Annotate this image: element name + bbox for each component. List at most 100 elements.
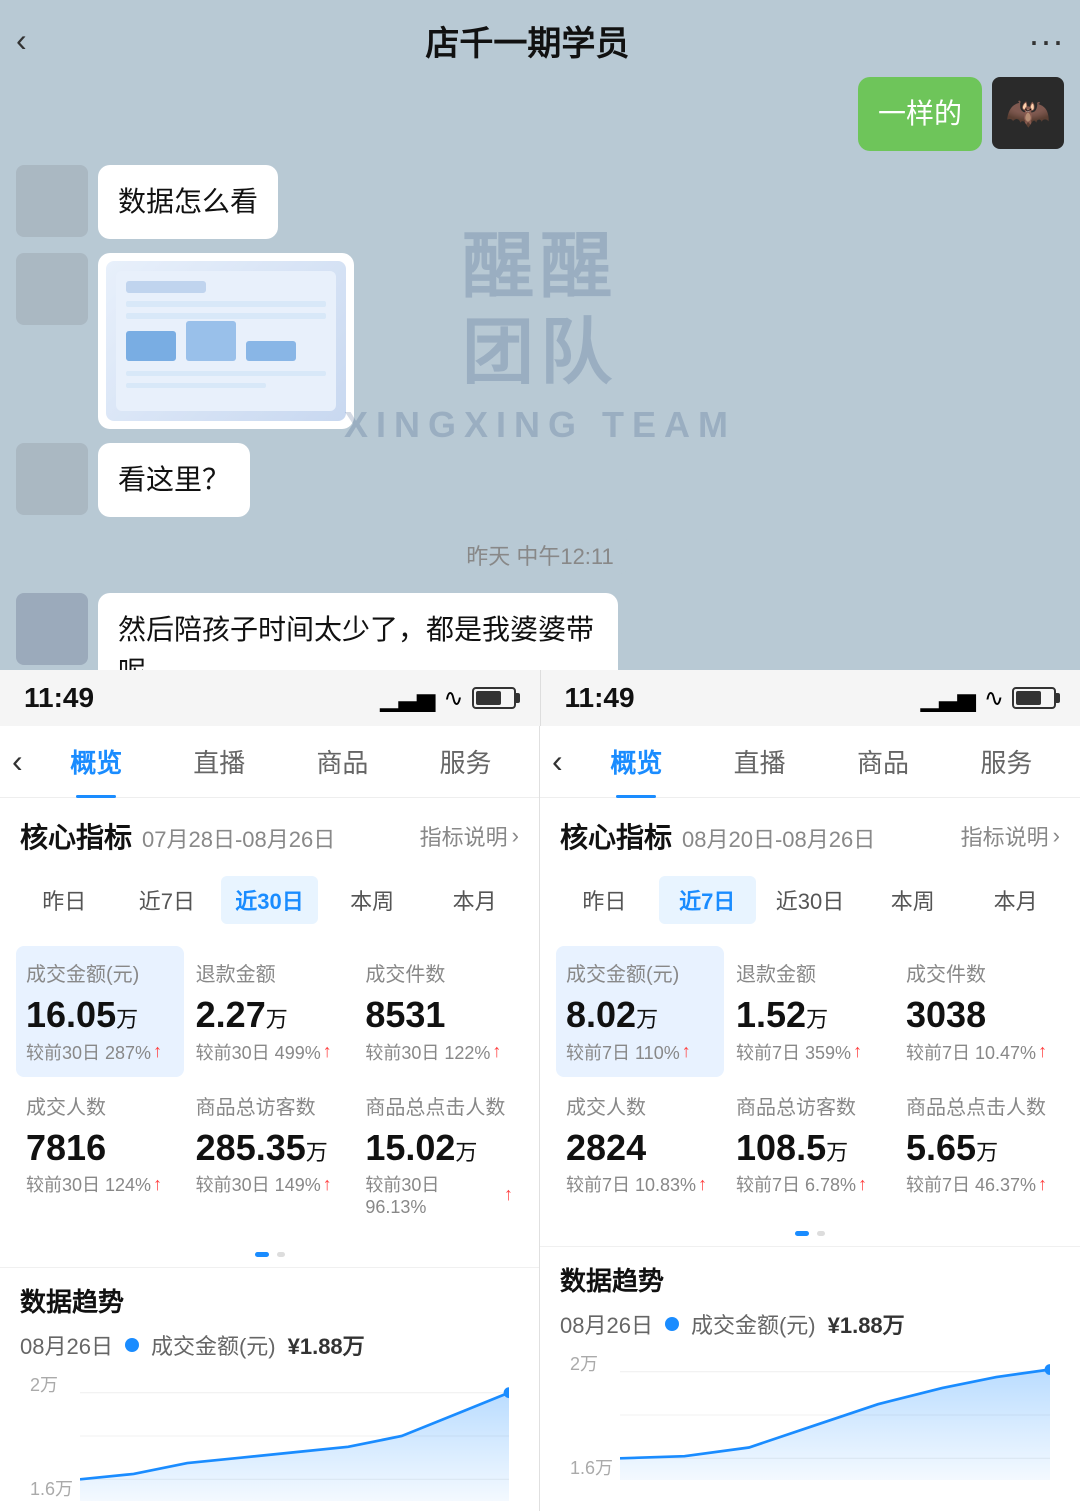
wifi-icon: ∿ [443, 684, 463, 713]
messages-list: 🦇 一样的 数据怎么看 [16, 77, 1064, 670]
message-row: 数据怎么看 [16, 165, 1064, 239]
tab-goods-left[interactable]: 商品 [281, 726, 404, 798]
date-btn-30days-left[interactable]: 近30日 [221, 876, 318, 924]
status-bar-left: 11:49 ▁▃▅ ∿ [0, 670, 540, 726]
trend-date-left: 08月26日 [20, 1329, 113, 1361]
tab-service-right[interactable]: 服务 [945, 726, 1068, 798]
message-row: 🦇 一样的 [16, 77, 1064, 151]
panel-header-info-right: 核心指标 08月20日-08月26日 [560, 816, 875, 856]
battery-icon-r [1012, 687, 1056, 709]
status-bar-area: 11:49 ▁▃▅ ∿ 11:49 ▁▃▅ ∿ [0, 670, 1080, 726]
avatar [16, 165, 88, 237]
chart-area-right: 2万 1.6万 [560, 1350, 1060, 1480]
date-btn-week-left[interactable]: 本周 [324, 876, 421, 924]
trend-title-right: 数据趋势 [560, 1261, 1060, 1298]
chart-line-left [80, 1371, 509, 1501]
time-left: 11:49 [24, 682, 94, 714]
date-btn-30days-right[interactable]: 近30日 [762, 876, 859, 924]
tab-bar-right: ‹ 概览 直播 商品 服务 [540, 726, 1080, 798]
panel-date-left: 07月28日-08月26日 [142, 822, 335, 854]
trend-section-left: 数据趋势 08月26日 成交金额(元) ¥1.88万 2万 1.6万 [0, 1267, 539, 1511]
metric-cell-buyers-left: 成交人数 7816 较前30日 124% ↑ [16, 1079, 184, 1231]
pagination-right [540, 1221, 1080, 1246]
trend-row-right: 08月26日 成交金额(元) ¥1.88万 [560, 1308, 1060, 1340]
message-bubble: 看这里？ [98, 443, 250, 517]
avatar [16, 253, 88, 325]
chart-area-left: 2万 1.6万 [20, 1371, 519, 1501]
trend-dot-left [125, 1338, 139, 1352]
message-bubble: 一样的 [858, 77, 982, 151]
metric-cell-clicks-right: 商品总点击人数 5.65万 较前7日 46.37% ↑ [896, 1079, 1064, 1210]
metric-cell-orders-right: 成交件数 3038 较前7日 10.47% ↑ [896, 946, 1064, 1077]
left-panel: ‹ 概览 直播 商品 服务 核心指标 07月28日-08月26日 指标说明 › … [0, 726, 540, 1511]
screenshot-bubble [98, 253, 354, 429]
battery-icon [472, 687, 516, 709]
panel-link-left[interactable]: 指标说明 › [420, 820, 519, 852]
metric-change: 较前30日 287% ↑ [26, 1039, 174, 1065]
dot-inactive [277, 1252, 285, 1257]
message-row: 看这里？ [16, 443, 1064, 517]
metric-cell-visitors-right: 商品总访客数 108.5万 较前7日 6.78% ↑ [726, 1079, 894, 1210]
panel-title-left: 核心指标 [20, 816, 132, 856]
more-icon[interactable]: ··· [1028, 20, 1064, 62]
trend-date-right: 08月26日 [560, 1308, 653, 1340]
signal-icon: ▁▃▅ [380, 684, 435, 713]
screenshot-thumb [106, 261, 346, 421]
chart-y-labels-right: 2万 1.6万 [570, 1350, 613, 1480]
back-icon[interactable]: ‹ [16, 22, 27, 59]
dot-inactive-right [817, 1231, 825, 1236]
dual-panel: ‹ 概览 直播 商品 服务 核心指标 07月28日-08月26日 指标说明 › … [0, 726, 1080, 1511]
tab-live-right[interactable]: 直播 [698, 726, 821, 798]
metrics-grid-left: 成交金额(元) 16.05万 较前30日 287% ↑ 退款金额 2.27万 较… [0, 934, 539, 1242]
trend-row-left: 08月26日 成交金额(元) ¥1.88万 [20, 1329, 519, 1361]
status-icons-left: ▁▃▅ ∿ [380, 684, 515, 713]
metrics-grid-right: 成交金额(元) 8.02万 较前7日 110% ↑ 退款金额 1.52万 较前7… [540, 934, 1080, 1221]
panel-link-right[interactable]: 指标说明 › [961, 820, 1060, 852]
date-btn-7days-right[interactable]: 近7日 [659, 876, 756, 924]
chat-area: 醒醒团队 XINGXING TEAM ‹ 店千一期学员 ··· 🦇 一样的 数据… [0, 0, 1080, 670]
panel-header-info: 核心指标 07月28日-08月26日 [20, 816, 335, 856]
wifi-icon-r: ∿ [984, 684, 1004, 713]
tab-overview-left[interactable]: 概览 [35, 726, 158, 798]
avatar: 🦇 [992, 77, 1064, 149]
tab-goods-right[interactable]: 商品 [821, 726, 944, 798]
metric-cell-refund-right: 退款金额 1.52万 较前7日 359% ↑ [726, 946, 894, 1077]
chat-header: ‹ 店千一期学员 ··· [16, 10, 1064, 77]
metric-cell-visitors-left: 商品总访客数 285.35万 较前30日 149% ↑ [186, 1079, 354, 1231]
date-btn-yesterday-right[interactable]: 昨日 [556, 876, 653, 924]
dot-active [255, 1252, 269, 1257]
trend-section-right: 数据趋势 08月26日 成交金额(元) ¥1.88万 2万 1.6万 [540, 1246, 1080, 1490]
panel-header-left: 核心指标 07月28日-08月26日 指标说明 › [0, 798, 539, 866]
back-icon-left[interactable]: ‹ [12, 743, 35, 780]
status-icons-right: ▁▃▅ ∿ [921, 684, 1056, 713]
tab-overview-right[interactable]: 概览 [575, 726, 698, 798]
metric-cell-refund-left: 退款金额 2.27万 较前30日 499% ↑ [186, 946, 354, 1077]
metric-cell-buyers-right: 成交人数 2824 较前7日 10.83% ↑ [556, 1079, 724, 1210]
message-bubble: 然后陪孩子时间太少了，都是我婆婆带呢 [98, 593, 618, 670]
date-btn-month-right[interactable]: 本月 [967, 876, 1064, 924]
status-bar-right: 11:49 ▁▃▅ ∿ [541, 670, 1080, 726]
signal-icon-r: ▁▃▅ [921, 684, 976, 713]
date-btn-yesterday-left[interactable]: 昨日 [16, 876, 113, 924]
avatar [16, 443, 88, 515]
timestamp: 昨天 中午12:11 [446, 535, 634, 575]
panel-title-right: 核心指标 [560, 816, 672, 856]
date-filter-right: 昨日 近7日 近30日 本周 本月 [540, 866, 1080, 934]
timestamp-row: 昨天 中午12:11 [16, 535, 1064, 575]
metric-cell-orders-left: 成交件数 8531 较前30日 122% ↑ [355, 946, 523, 1077]
date-btn-month-left[interactable]: 本月 [426, 876, 523, 924]
date-filter-left: 昨日 近7日 近30日 本周 本月 [0, 866, 539, 934]
metric-cell-clicks-left: 商品总点击人数 15.02万 较前30日 96.13% ↑ [355, 1079, 523, 1231]
dot-active-right [795, 1231, 809, 1236]
back-icon-right[interactable]: ‹ [552, 743, 575, 780]
tab-service-left[interactable]: 服务 [404, 726, 527, 798]
metric-label: 成交金额(元) [26, 958, 174, 987]
message-bubble: 数据怎么看 [98, 165, 278, 239]
date-btn-week-right[interactable]: 本周 [864, 876, 961, 924]
time-right: 11:49 [565, 682, 635, 714]
chat-title: 店千一期学员 [425, 16, 629, 65]
metric-value: 16.05万 [26, 995, 174, 1035]
chart-y-labels-left: 2万 1.6万 [30, 1371, 73, 1501]
tab-live-left[interactable]: 直播 [158, 726, 281, 798]
date-btn-7days-left[interactable]: 近7日 [119, 876, 216, 924]
